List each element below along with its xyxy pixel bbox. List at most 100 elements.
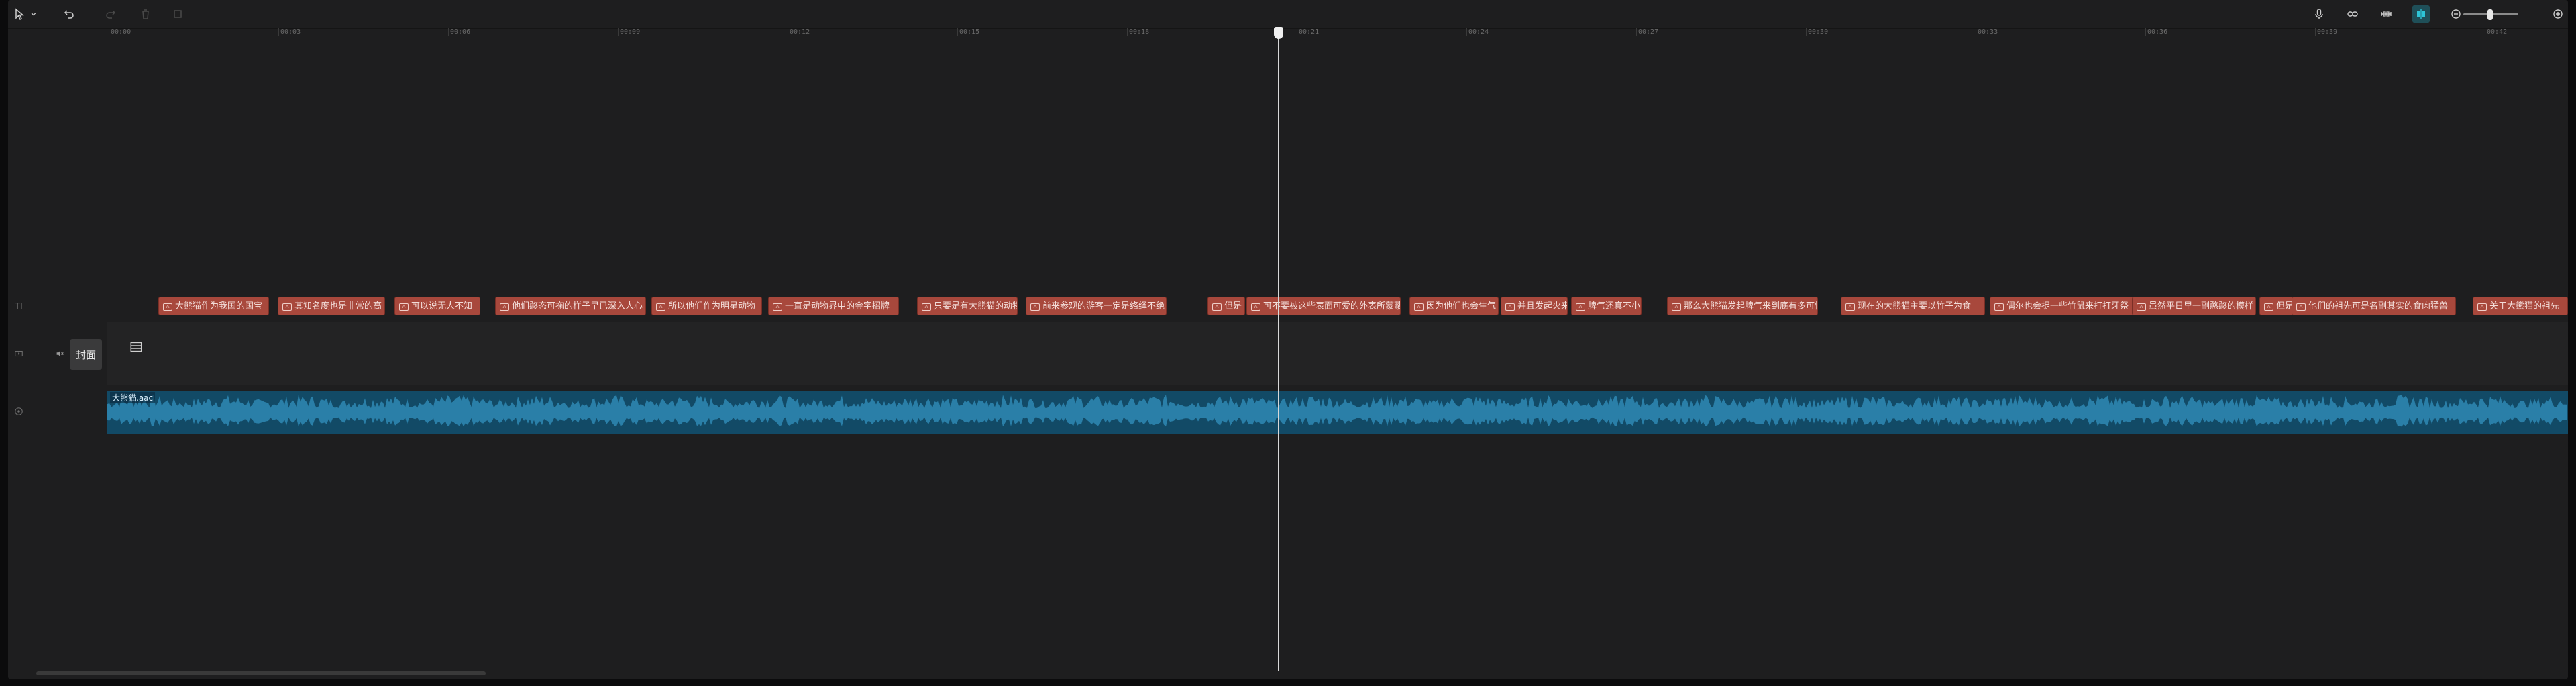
subtitle-clip-label: 因为他们也会生气 <box>1426 301 1497 311</box>
subtitle-clip-label: 前来参观的游客一定是络绎不绝 <box>1042 301 1165 311</box>
dropdown-chevron-icon[interactable] <box>28 5 39 23</box>
cover-button[interactable]: 封面 <box>70 339 102 370</box>
ruler-tick <box>1466 28 1467 36</box>
ruler-tick <box>2315 28 2316 36</box>
microphone-icon[interactable] <box>2310 5 2328 23</box>
subtitle-clip[interactable]: A 虽然平日里一副憨憨的模样 <box>2132 297 2256 315</box>
caption-icon: A <box>500 303 509 311</box>
mute-speaker-icon[interactable] <box>54 348 66 360</box>
crop-icon[interactable] <box>169 5 186 23</box>
playhead-line[interactable] <box>1278 27 1279 671</box>
caption-icon: A <box>1251 303 1260 311</box>
delete-icon[interactable] <box>137 5 154 23</box>
ruler-tick <box>278 28 279 36</box>
undo-icon[interactable] <box>60 5 78 23</box>
preview-axis-icon[interactable] <box>2377 5 2395 23</box>
ruler-tick-label: 00:09 <box>620 28 641 36</box>
caption-icon: A <box>2137 303 2146 311</box>
zoom-out-icon[interactable] <box>2447 5 2465 23</box>
redo-icon[interactable] <box>102 5 119 23</box>
ruler-tick-label: 00:30 <box>1808 28 1829 36</box>
caption-icon: A <box>1845 303 1855 311</box>
video-track-icon <box>13 348 25 360</box>
ruler-tick-label: 00:06 <box>450 28 471 36</box>
select-pointer-icon[interactable] <box>11 5 28 23</box>
ruler-tick-label: 00:33 <box>1978 28 1998 36</box>
horizontal-scrollbar[interactable] <box>36 671 486 675</box>
subtitle-clip-label: 他们憨态可掬的样子早已深入人心 <box>512 301 643 311</box>
subtitle-clip[interactable]: A 其知名度也是非常的高 <box>278 297 385 315</box>
ruler-tick-label: 00:24 <box>1468 28 1489 36</box>
ruler-tick <box>957 28 958 36</box>
subtitle-clip-label: 但是 <box>1224 301 1242 311</box>
ruler-tick-label: 00:00 <box>111 28 131 36</box>
subtitle-clip[interactable]: A 因为他们也会生气 <box>1409 297 1499 315</box>
zoom-in-icon[interactable] <box>2549 5 2567 23</box>
ruler-tick <box>1636 28 1637 36</box>
caption-icon: A <box>1212 303 1222 311</box>
ruler-tick <box>2145 28 2146 36</box>
playhead-handle[interactable] <box>1274 27 1283 39</box>
caption-icon: A <box>773 303 782 311</box>
caption-icon: A <box>2477 303 2487 311</box>
link-icon[interactable] <box>2344 5 2361 23</box>
subtitle-clip-label: 所以他们作为明星动物 <box>668 301 756 311</box>
subtitle-clip-label: 大熊猫作为我国的国宝 <box>175 301 263 311</box>
subtitle-clip[interactable]: A 偶尔也会捉一些竹鼠来打打牙祭 <box>1990 297 2137 315</box>
subtitle-clip[interactable]: A 只要是有大熊猫的动物 <box>917 297 1018 315</box>
subtitle-clip-label: 偶尔也会捉一些竹鼠来打打牙祭 <box>2006 301 2129 311</box>
magnet-snap-icon[interactable] <box>2412 5 2430 23</box>
subtitle-clip-label: 现在的大熊猫主要以竹子为食 <box>1858 301 1972 311</box>
subtitle-clip-label: 关于大熊猫的祖先 <box>2489 301 2560 311</box>
ruler-tick-label: 00:21 <box>1299 28 1320 36</box>
caption-icon: A <box>1672 303 1681 311</box>
subtitle-clip-label: 脾气还真不小 <box>1588 301 1641 311</box>
ruler-tick-label: 00:15 <box>959 28 980 36</box>
subtitle-clip-label: 一直是动物界中的金字招牌 <box>785 301 890 311</box>
subtitle-clip[interactable]: A 他们的祖先可是名副其实的食肉猛兽 <box>2292 297 2456 315</box>
subtitle-clip-label: 他们的祖先可是名副其实的食肉猛兽 <box>2308 301 2449 311</box>
timeline-panel: 00:00 00:03 00:06 00:09 00:12 00:15 00:18 00:21… <box>8 0 2568 679</box>
waveform-shape <box>107 395 2567 427</box>
subtitle-clip[interactable]: A 关于大熊猫的祖先 <box>2473 297 2568 315</box>
ruler-tick-label: 00:12 <box>790 28 810 36</box>
subtitle-clip[interactable]: A 现在的大熊猫主要以竹子为食 <box>1841 297 1985 315</box>
timeline-toolbar <box>8 0 2568 29</box>
subtitle-clip[interactable]: A 前来参观的游客一定是络绎不绝 <box>1026 297 1167 315</box>
subtitle-clip[interactable]: A 脾气还真不小 <box>1571 297 1642 315</box>
caption-icon: A <box>1576 303 1585 311</box>
subtitle-clip[interactable]: A 所以他们作为明星动物 <box>651 297 762 315</box>
subtitle-clip[interactable]: A 可不要被这些表面可爱的外表所蒙蔽 <box>1246 297 1401 315</box>
subtitle-clip[interactable]: A 大熊猫作为我国的国宝 <box>158 297 269 315</box>
subtitle-clip[interactable]: A 但是 <box>2259 297 2296 315</box>
subtitle-clip-label: 只要是有大熊猫的动物 <box>934 301 1018 311</box>
caption-icon: A <box>1414 303 1424 311</box>
subtitle-clip[interactable]: A 他们憨态可掬的样子早已深入人心 <box>495 297 646 315</box>
caption-icon: A <box>656 303 665 311</box>
film-frame-icon[interactable] <box>129 340 144 357</box>
main-video-track[interactable] <box>107 322 2568 385</box>
zoom-slider-thumb[interactable] <box>2487 9 2493 20</box>
ruler-tick <box>448 28 449 36</box>
caption-icon: A <box>922 303 931 311</box>
subtitle-clip[interactable]: A 一直是动物界中的金字招牌 <box>768 297 899 315</box>
subtitle-clip-label: 可以说无人不知 <box>411 301 473 311</box>
ruler-tick-label: 00:42 <box>2487 28 2508 36</box>
caption-icon: A <box>1505 303 1515 311</box>
subtitle-clip[interactable]: A 但是 <box>1208 297 1245 315</box>
subtitle-clip[interactable]: A 那么大熊猫发起脾气来到底有多可怕 <box>1667 297 1818 315</box>
ruler-tick-label: 00:03 <box>280 28 301 36</box>
ruler-tick-label: 00:39 <box>2317 28 2338 36</box>
ruler-tick-label: 00:36 <box>2147 28 2168 36</box>
subtitle-clip[interactable]: A 可以说无人不知 <box>394 297 480 315</box>
audio-waveform <box>107 395 2567 427</box>
caption-icon: A <box>399 303 409 311</box>
audio-clip[interactable]: 大熊猫.aac <box>107 391 2568 434</box>
subtitle-clip[interactable]: A 并且发起火来 <box>1501 297 1568 315</box>
ruler-tick-label: 00:27 <box>1638 28 1659 36</box>
time-ruler[interactable]: 00:00 00:03 00:06 00:09 00:12 00:15 00:18 00:21… <box>8 28 2568 38</box>
ruler-tick-label: 00:18 <box>1129 28 1150 36</box>
caption-icon: A <box>282 303 292 311</box>
subtitle-clip-label: 并且发起火来 <box>1517 301 1568 311</box>
audio-track-icon <box>13 405 25 418</box>
